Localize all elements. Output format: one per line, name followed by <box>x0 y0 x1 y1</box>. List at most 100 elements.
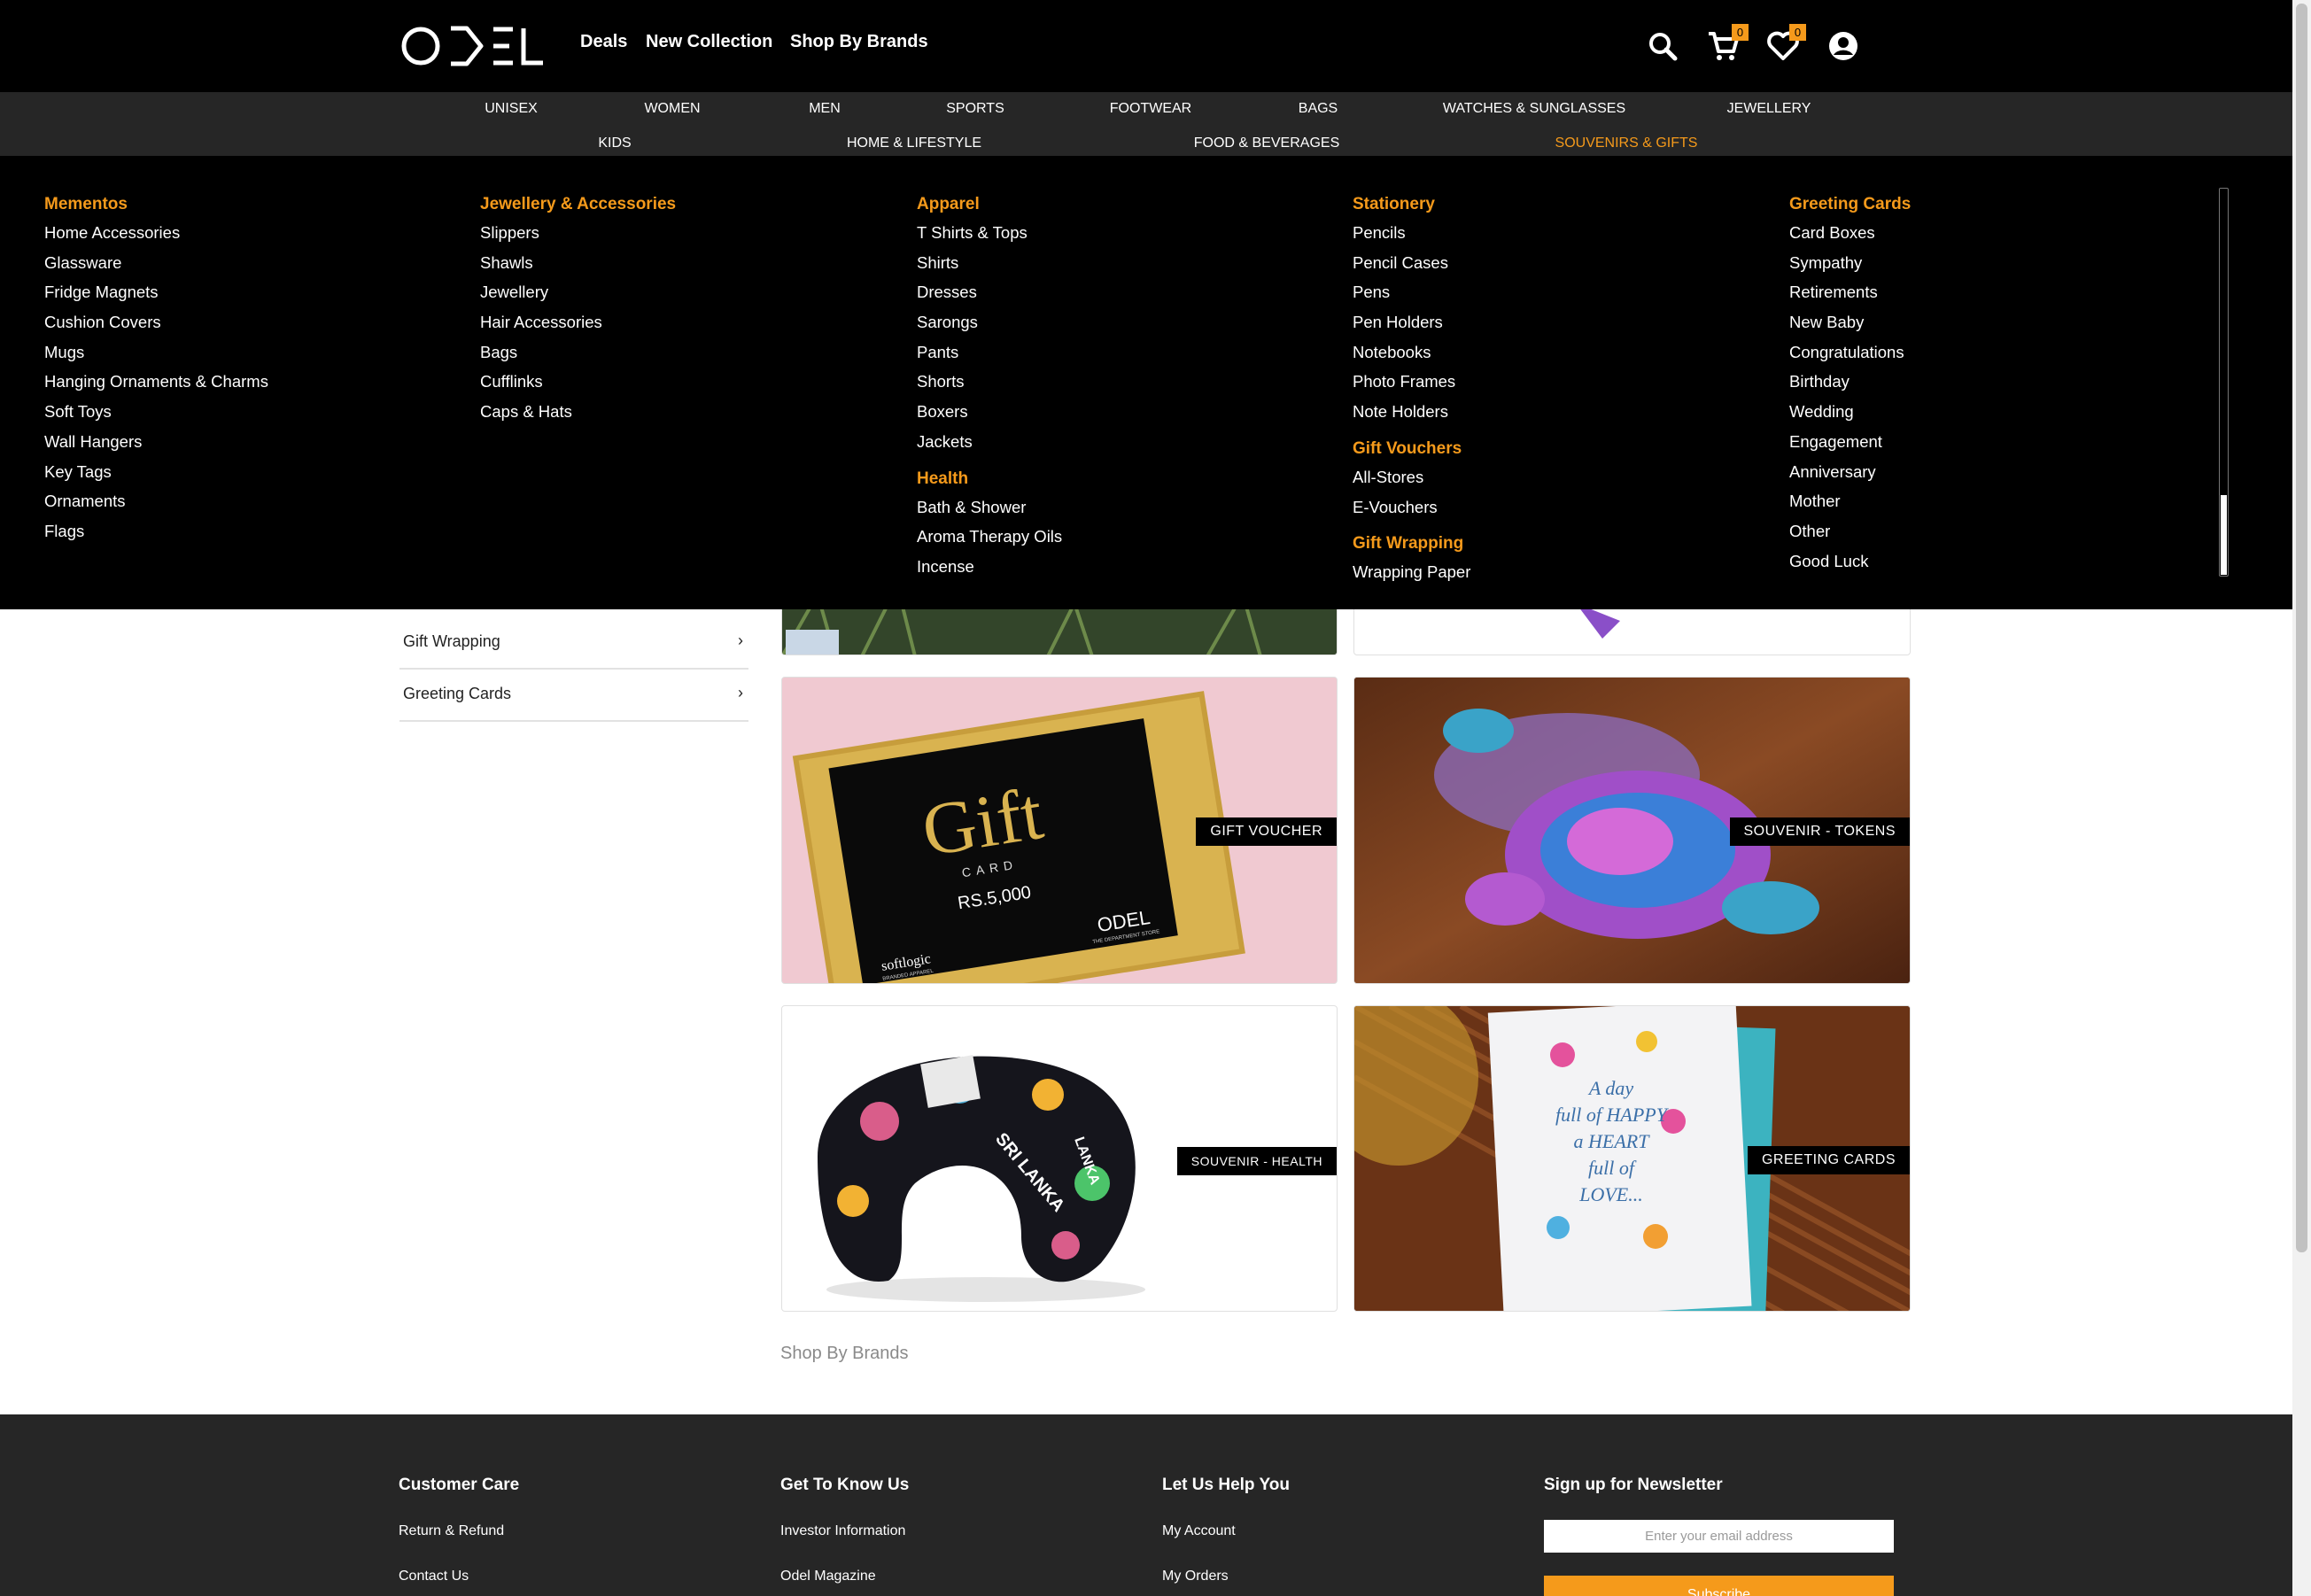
menu-item-bath-shower[interactable]: Bath & Shower <box>917 492 1342 523</box>
menu-item-engagement[interactable]: Engagement <box>1789 427 2214 457</box>
menu-item-soft-toys[interactable]: Soft Toys <box>44 397 469 427</box>
menu-column-3: Apparel T Shirts & Tops Shirts Dresses Saron… <box>917 191 1342 582</box>
menu-item-card-boxes[interactable]: Card Boxes <box>1789 218 2214 248</box>
user-icon[interactable] <box>1826 29 1860 63</box>
category-unisex[interactable]: UNISEX <box>485 101 538 117</box>
footer-link-contact-us[interactable]: Contact Us <box>399 1569 469 1584</box>
menu-item-photo-frames[interactable]: Photo Frames <box>1353 367 1778 397</box>
nav-new-collection[interactable]: New Collection <box>646 32 772 52</box>
category-kids[interactable]: KIDS <box>598 136 631 151</box>
category-men[interactable]: MEN <box>809 101 841 117</box>
menu-item-cushion-covers[interactable]: Cushion Covers <box>44 307 469 337</box>
menu-heading-apparel[interactable]: Apparel <box>917 191 1342 218</box>
menu-item-t-shirts-tops[interactable]: T Shirts & Tops <box>917 218 1342 248</box>
category-souvenirs-gifts[interactable]: SOUVENIRS & GIFTS <box>1555 136 1698 151</box>
menu-item-wall-hangers[interactable]: Wall Hangers <box>44 427 469 457</box>
menu-item-home-accessories[interactable]: Home Accessories <box>44 218 469 248</box>
menu-item-birthday[interactable]: Birthday <box>1789 367 2214 397</box>
menu-heading-gift-vouchers[interactable]: Gift Vouchers <box>1353 436 1778 462</box>
nav-shop-by-brands[interactable]: Shop By Brands <box>790 32 928 52</box>
menu-item-flags[interactable]: Flags <box>44 516 469 546</box>
menu-item-shawls[interactable]: Shawls <box>480 248 905 278</box>
menu-item-key-tags[interactable]: Key Tags <box>44 457 469 487</box>
menu-heading-gift-wrapping[interactable]: Gift Wrapping <box>1353 531 1778 557</box>
menu-item-incense[interactable]: Incense <box>917 552 1342 582</box>
menu-item-bags[interactable]: Bags <box>480 337 905 368</box>
menu-item-pencils[interactable]: Pencils <box>1353 218 1778 248</box>
menu-item-cufflinks[interactable]: Cufflinks <box>480 367 905 397</box>
category-food-beverages[interactable]: FOOD & BEVERAGES <box>1194 136 1339 151</box>
category-jewellery[interactable]: JEWELLERY <box>1727 101 1811 117</box>
footer-link-investor-information[interactable]: Investor Information <box>780 1523 905 1539</box>
footer-link-return-refund[interactable]: Return & Refund <box>399 1523 504 1539</box>
menu-heading-health[interactable]: Health <box>917 466 1342 492</box>
page-scrollbar-thumb[interactable] <box>2296 4 2307 1252</box>
menu-item-dresses[interactable]: Dresses <box>917 277 1342 307</box>
menu-item-anniversary[interactable]: Anniversary <box>1789 457 2214 487</box>
category-home-lifestyle[interactable]: HOME & LIFESTYLE <box>847 136 981 151</box>
menu-scrollbar[interactable] <box>2219 188 2229 577</box>
menu-item-wedding[interactable]: Wedding <box>1789 397 2214 427</box>
subscribe-button[interactable]: Subscribe <box>1544 1576 1894 1596</box>
page-scrollbar[interactable] <box>2292 0 2311 1596</box>
menu-item-sympathy[interactable]: Sympathy <box>1789 248 2214 278</box>
menu-item-pen-holders[interactable]: Pen Holders <box>1353 307 1778 337</box>
search-icon[interactable] <box>1646 29 1679 63</box>
category-sports[interactable]: SPORTS <box>946 101 1004 117</box>
menu-item-aroma-therapy-oils[interactable]: Aroma Therapy Oils <box>917 522 1342 552</box>
menu-item-sarongs[interactable]: Sarongs <box>917 307 1342 337</box>
menu-item-congratulations[interactable]: Congratulations <box>1789 337 2214 368</box>
footer-link-my-account[interactable]: My Account <box>1162 1523 1236 1539</box>
menu-column-4: Stationery Pencils Pencil Cases Pens Pen Hol… <box>1353 191 1778 587</box>
menu-heading-jewellery-accessories[interactable]: Jewellery & Accessories <box>480 191 905 218</box>
menu-item-mugs[interactable]: Mugs <box>44 337 469 368</box>
sidebar-item-greeting-cards[interactable]: Greeting Cards › <box>399 669 748 722</box>
menu-item-retirements[interactable]: Retirements <box>1789 277 2214 307</box>
menu-item-all-stores[interactable]: All-Stores <box>1353 462 1778 492</box>
nav-deals[interactable]: Deals <box>580 32 627 52</box>
category-footwear[interactable]: FOOTWEAR <box>1110 101 1191 117</box>
menu-item-wrapping-paper[interactable]: Wrapping Paper <box>1353 557 1778 587</box>
menu-item-shirts[interactable]: Shirts <box>917 248 1342 278</box>
category-bags[interactable]: BAGS <box>1299 101 1338 117</box>
logo[interactable] <box>401 25 545 67</box>
tile-label: GIFT VOUCHER <box>1196 817 1337 846</box>
menu-item-glassware[interactable]: Glassware <box>44 248 469 278</box>
category-women[interactable]: WOMEN <box>644 101 700 117</box>
menu-item-slippers[interactable]: Slippers <box>480 218 905 248</box>
menu-item-pens[interactable]: Pens <box>1353 277 1778 307</box>
menu-item-jackets[interactable]: Jackets <box>917 427 1342 457</box>
menu-heading-mementos[interactable]: Mementos <box>44 191 469 218</box>
category-watches-sunglasses[interactable]: WATCHES & SUNGLASSES <box>1443 101 1625 117</box>
menu-group-gap <box>1353 522 1778 531</box>
menu-item-e-vouchers[interactable]: E-Vouchers <box>1353 492 1778 523</box>
menu-item-good-luck[interactable]: Good Luck <box>1789 546 2214 577</box>
menu-item-note-holders[interactable]: Note Holders <box>1353 397 1778 427</box>
menu-item-other[interactable]: Other <box>1789 516 2214 546</box>
menu-heading-greeting-cards[interactable]: Greeting Cards <box>1789 191 2214 218</box>
tile-greeting-cards[interactable]: A day full of HAPPY a HEART full of LOVE… <box>1353 1005 1911 1312</box>
sidebar-item-gift-wrapping[interactable]: Gift Wrapping › <box>399 616 748 670</box>
menu-item-pencil-cases[interactable]: Pencil Cases <box>1353 248 1778 278</box>
tile-gift-voucher[interactable]: Gift CARD RS.5,000 ODEL THE DEPARTMENT S… <box>781 677 1338 984</box>
menu-item-ornaments[interactable]: Ornaments <box>44 486 469 516</box>
footer-heading-newsletter: Sign up for Newsletter <box>1544 1476 1723 1494</box>
newsletter-email-input[interactable] <box>1544 1520 1894 1553</box>
menu-item-mother[interactable]: Mother <box>1789 486 2214 516</box>
tile-souvenir-health[interactable]: SRI LANKA LANKA SOUVENIR - HEALTH <box>781 1005 1338 1312</box>
menu-item-hair-accessories[interactable]: Hair Accessories <box>480 307 905 337</box>
menu-item-boxers[interactable]: Boxers <box>917 397 1342 427</box>
menu-item-pants[interactable]: Pants <box>917 337 1342 368</box>
menu-item-new-baby[interactable]: New Baby <box>1789 307 2214 337</box>
menu-item-shorts[interactable]: Shorts <box>917 367 1342 397</box>
menu-item-notebooks[interactable]: Notebooks <box>1353 337 1778 368</box>
menu-heading-stationery[interactable]: Stationery <box>1353 191 1778 218</box>
tile-souvenir-tokens[interactable]: SOUVENIR - TOKENS <box>1353 677 1911 984</box>
menu-item-fridge-magnets[interactable]: Fridge Magnets <box>44 277 469 307</box>
menu-item-jewellery[interactable]: Jewellery <box>480 277 905 307</box>
footer-link-my-orders[interactable]: My Orders <box>1162 1569 1229 1584</box>
menu-item-caps-hats[interactable]: Caps & Hats <box>480 397 905 427</box>
menu-item-hanging-ornaments-charms[interactable]: Hanging Ornaments & Charms <box>44 367 469 397</box>
menu-scrollbar-thumb[interactable] <box>2221 495 2227 575</box>
footer-link-odel-magazine[interactable]: Odel Magazine <box>780 1569 876 1584</box>
